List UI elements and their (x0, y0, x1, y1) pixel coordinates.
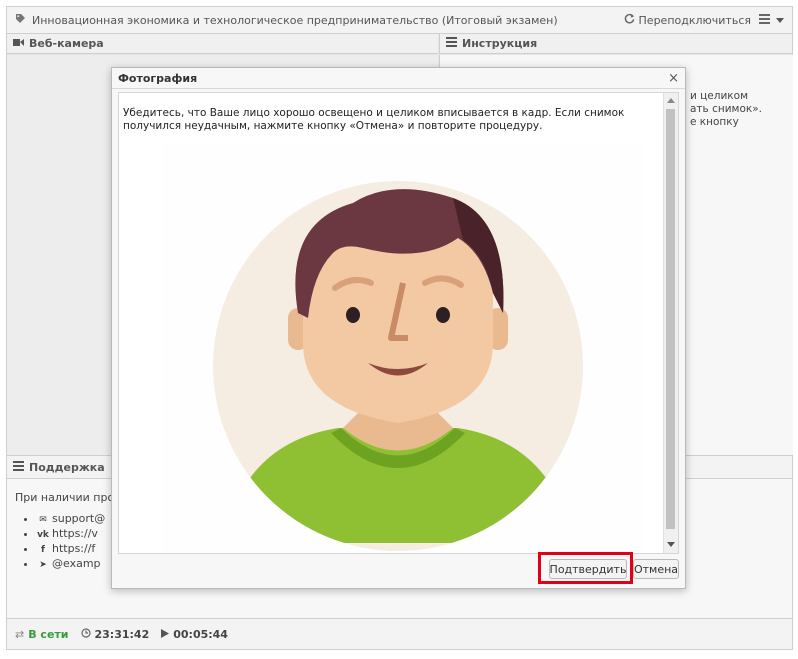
elapsed-value: 00:05:44 (173, 627, 228, 641)
chevron-down-icon (776, 17, 784, 23)
confirm-highlight-box (538, 552, 633, 584)
avatar-illustration (213, 181, 583, 551)
exam-title: Инновационная экономика и технологическо… (15, 13, 558, 27)
refresh-icon (624, 13, 635, 27)
facebook-icon: f (41, 545, 45, 555)
transfer-icon: ⇄ (15, 627, 25, 641)
dialog-scrollbar[interactable] (663, 93, 678, 553)
clock-icon (80, 627, 91, 641)
cancel-button[interactable]: Отмена (633, 559, 679, 579)
online-label: В сети (28, 627, 69, 641)
tag-icon (15, 13, 26, 27)
scroll-up-icon[interactable] (667, 98, 675, 103)
dialog-header: Фотография × (112, 68, 685, 89)
telegram-icon: ➤ (39, 560, 47, 570)
elapsed-timer: 00:05:44 (161, 628, 228, 641)
support-title: Поддержка (29, 460, 105, 474)
top-bar: Инновационная экономика и технологическо… (7, 7, 792, 34)
instructions-title: Инструкция (462, 37, 538, 50)
webcam-title: Веб-камера (29, 37, 104, 50)
webcam-panel-header: Веб-камера (7, 34, 438, 54)
connection-status: ⇄ В сети (15, 628, 69, 641)
list-icon (446, 37, 457, 50)
close-icon[interactable]: × (668, 71, 679, 86)
photo-dialog: Фотография × Убедитесь, что Ваше лицо хо… (111, 67, 686, 589)
dialog-content: Убедитесь, что Ваше лицо хорошо освещено… (118, 92, 679, 554)
instructions-panel-header: Инструкция (439, 34, 792, 54)
hamburger-icon (759, 13, 770, 27)
clock: 23:31:42 (80, 627, 150, 641)
photo-preview (163, 143, 643, 553)
vk-icon: vk (37, 530, 49, 540)
video-camera-icon (13, 37, 24, 50)
status-bar: ⇄ В сети 23:31:42 00:05:44 (7, 618, 792, 649)
scroll-down-icon[interactable] (667, 542, 675, 547)
envelope-icon: ✉ (39, 515, 47, 525)
list-icon (13, 460, 24, 474)
instructions-text: и целиком ать снимок». е кнопку (690, 90, 762, 128)
play-icon (161, 628, 170, 641)
scroll-thumb[interactable] (666, 109, 675, 529)
dialog-title: Фотография (118, 71, 198, 85)
reconnect-button[interactable]: Переподключиться (624, 13, 751, 27)
dialog-instructions: Убедитесь, что Ваше лицо хорошо освещено… (123, 107, 625, 132)
exam-title-text: Инновационная экономика и технологическо… (32, 13, 558, 27)
clock-value: 23:31:42 (94, 627, 150, 641)
reconnect-label: Переподключиться (638, 13, 751, 27)
menu-button[interactable] (759, 13, 784, 27)
